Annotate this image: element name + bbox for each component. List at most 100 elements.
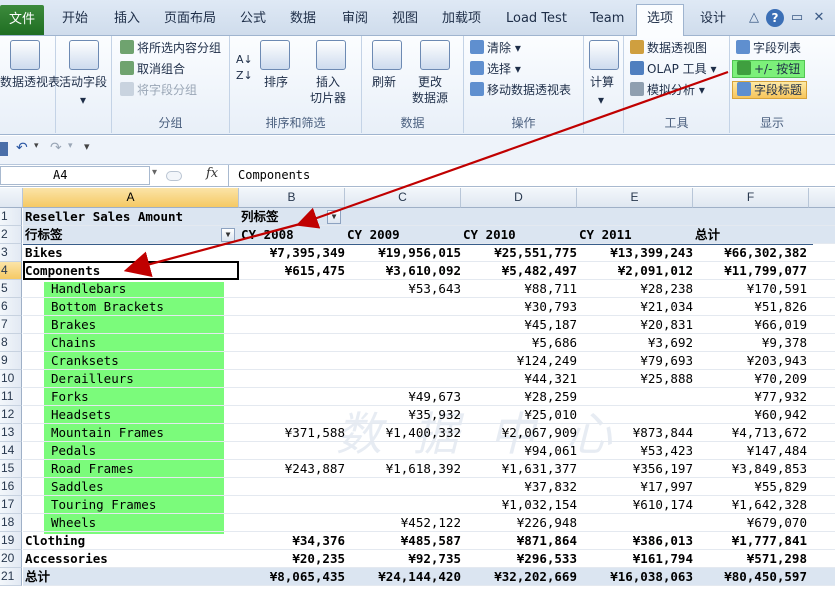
value-cell-e[interactable]: ¥25,888: [579, 370, 693, 388]
row-header[interactable]: 18: [0, 514, 22, 532]
value-cell-e[interactable]: ¥17,997: [579, 478, 693, 496]
value-cell-f[interactable]: ¥60,942: [695, 406, 807, 424]
restore-window-icon[interactable]: ▭: [788, 9, 806, 27]
move-pivot-button[interactable]: 移动数据透视表: [470, 82, 571, 98]
value-cell-b[interactable]: [241, 478, 345, 496]
col-year-2011[interactable]: CY 2011: [579, 226, 693, 244]
row-header[interactable]: 14: [0, 442, 22, 460]
row-label-cell[interactable]: 总计: [25, 568, 239, 586]
row-header[interactable]: 16: [0, 478, 22, 496]
row-header[interactable]: 2: [0, 226, 22, 244]
help-icon[interactable]: ?: [766, 9, 784, 27]
value-cell-c[interactable]: ¥35,932: [347, 406, 461, 424]
tab-data[interactable]: 数据: [286, 8, 320, 32]
value-cell-d[interactable]: ¥5,686: [463, 334, 577, 352]
calculate-button[interactable]: 计算: [590, 74, 614, 90]
value-cell-f[interactable]: ¥66,302,382: [695, 244, 807, 262]
row-labels-caption[interactable]: 行标签: [25, 226, 215, 244]
value-cell-c[interactable]: ¥1,618,392: [347, 460, 461, 478]
tab-load-test[interactable]: Load Test: [502, 8, 571, 32]
name-box-dropdown-icon[interactable]: ▾: [152, 167, 157, 178]
value-cell-b[interactable]: ¥8,065,435: [241, 568, 345, 586]
row-header[interactable]: 10: [0, 370, 22, 388]
value-cell-f[interactable]: ¥70,209: [695, 370, 807, 388]
ungroup-button[interactable]: 取消组合: [120, 61, 185, 77]
value-cell-c[interactable]: [347, 352, 461, 370]
value-cell-f[interactable]: ¥1,642,328: [695, 496, 807, 514]
value-cell-f[interactable]: ¥203,943: [695, 352, 807, 370]
value-cell-b[interactable]: ¥20,235: [241, 550, 345, 568]
save-icon[interactable]: [0, 142, 8, 156]
value-cell-c[interactable]: [347, 370, 461, 388]
redo-dropdown-icon[interactable]: ▾: [68, 141, 73, 151]
value-cell-e[interactable]: ¥356,197: [579, 460, 693, 478]
value-cell-f[interactable]: ¥3,849,853: [695, 460, 807, 478]
group-field-button[interactable]: 将字段分组: [120, 82, 197, 98]
value-cell-f[interactable]: ¥77,932: [695, 388, 807, 406]
value-cell-c[interactable]: ¥49,673: [347, 388, 461, 406]
value-cell-c[interactable]: [347, 478, 461, 496]
row-filter-dropdown-icon[interactable]: ▼: [221, 228, 235, 242]
clear-button[interactable]: 清除 ▾: [470, 40, 521, 56]
row-header[interactable]: 9: [0, 352, 22, 370]
value-cell-d[interactable]: ¥32,202,669: [463, 568, 577, 586]
col-year-2009[interactable]: CY 2009: [347, 226, 461, 244]
row-header[interactable]: 7: [0, 316, 22, 334]
value-cell-b[interactable]: [241, 406, 345, 424]
group-selection-button[interactable]: 将所选内容分组: [120, 40, 221, 56]
row-header[interactable]: 1: [0, 208, 22, 226]
value-cell-d[interactable]: ¥1,631,377: [463, 460, 577, 478]
row-label-cell[interactable]: Road Frames: [51, 460, 239, 478]
olap-tools-button[interactable]: OLAP 工具 ▾: [630, 61, 717, 77]
row-label-cell[interactable]: Wheels: [51, 514, 239, 532]
tab-file[interactable]: 文件: [0, 5, 44, 35]
value-cell-c[interactable]: [347, 316, 461, 334]
value-cell-c[interactable]: [347, 442, 461, 460]
value-cell-b[interactable]: [241, 352, 345, 370]
column-labels-caption[interactable]: 列标签: [241, 208, 341, 226]
value-cell-c[interactable]: ¥53,643: [347, 280, 461, 298]
pivot-value-field-label[interactable]: Reseller Sales Amount: [25, 208, 239, 226]
value-cell-b[interactable]: ¥371,588: [241, 424, 345, 442]
row-header[interactable]: 8: [0, 334, 22, 352]
value-cell-b[interactable]: [241, 388, 345, 406]
value-cell-f[interactable]: ¥51,826: [695, 298, 807, 316]
tab-add-ins[interactable]: 加载项: [438, 8, 485, 32]
value-cell-b[interactable]: [241, 280, 345, 298]
row-label-cell[interactable]: Derailleurs: [51, 370, 239, 388]
tab-page-layout[interactable]: 页面布局: [160, 8, 220, 32]
worksheet-grid[interactable]: A B C D E F 数 据 中 心 1 Reseller Sales Amo…: [0, 70, 835, 606]
col-header-f[interactable]: F: [693, 188, 809, 208]
value-cell-b[interactable]: ¥243,887: [241, 460, 345, 478]
value-cell-d[interactable]: ¥226,948: [463, 514, 577, 532]
value-cell-d[interactable]: ¥45,187: [463, 316, 577, 334]
col-header-d[interactable]: D: [461, 188, 577, 208]
tab-home[interactable]: 开始: [58, 8, 92, 32]
value-cell-d[interactable]: ¥94,061: [463, 442, 577, 460]
value-cell-d[interactable]: ¥30,793: [463, 298, 577, 316]
row-header[interactable]: 19: [0, 532, 22, 550]
tab-review[interactable]: 审阅: [338, 8, 372, 32]
tab-insert[interactable]: 插入: [110, 8, 144, 32]
row-label-cell[interactable]: Bikes: [25, 244, 239, 262]
value-cell-f[interactable]: ¥4,713,672: [695, 424, 807, 442]
value-cell-f[interactable]: ¥1,777,841: [695, 532, 807, 550]
close-window-icon[interactable]: ✕: [810, 9, 828, 27]
refresh-button[interactable]: 刷新: [372, 74, 396, 90]
insert-function-icon[interactable]: fx: [206, 166, 218, 181]
select-button[interactable]: 选择 ▾: [470, 61, 521, 77]
row-label-cell[interactable]: Pedals: [51, 442, 239, 460]
formula-input[interactable]: Components: [238, 166, 310, 185]
value-cell-e[interactable]: [579, 514, 693, 532]
row-header[interactable]: 11: [0, 388, 22, 406]
row-label-cell[interactable]: Saddles: [51, 478, 239, 496]
value-cell-c[interactable]: [347, 334, 461, 352]
row-header[interactable]: 4: [0, 262, 22, 280]
plus-minus-buttons-toggle[interactable]: +/- 按钮: [732, 60, 806, 78]
value-cell-e[interactable]: ¥610,174: [579, 496, 693, 514]
sort-button[interactable]: 排序: [264, 74, 288, 90]
col-header-e[interactable]: E: [577, 188, 693, 208]
name-box[interactable]: A4: [0, 166, 150, 185]
value-cell-d[interactable]: ¥2,067,909: [463, 424, 577, 442]
tab-team[interactable]: Team: [586, 8, 628, 32]
